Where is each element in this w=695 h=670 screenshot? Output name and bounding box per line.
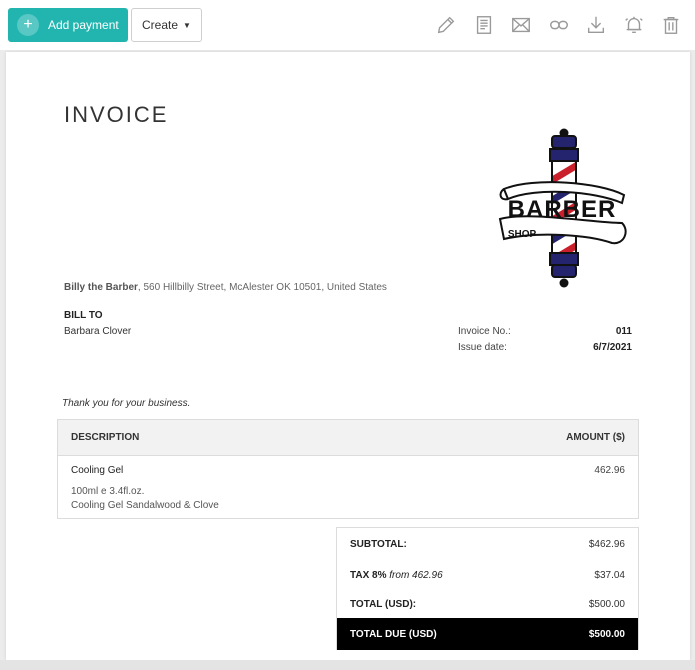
total-due-row: TOTAL DUE (USD) $500.00 [337,618,638,650]
logo-text-shop: SHOP [508,229,537,240]
add-payment-button[interactable]: + Add payment [8,8,128,42]
items-table: DESCRIPTION AMOUNT ($) Cooling Gel 462.9… [57,419,639,519]
envelope-icon[interactable] [508,12,534,38]
amount-header: AMOUNT ($) [566,432,625,443]
invoice-sheet: INVOICE BARBER SHOP Billy the Barber, 56… [6,52,690,660]
bill-to-heading: BILL TO [64,310,103,321]
plus-icon: + [17,14,39,36]
issue-date-row: Issue date: 6/7/2021 [458,342,632,353]
issue-date-value: 6/7/2021 [593,342,632,353]
total-row: TOTAL (USD): $500.00 [337,590,638,618]
description-header: DESCRIPTION [71,432,140,443]
table-row: Cooling Gel 462.96 100ml e 3.4fl.oz. Coo… [58,456,638,520]
subtotal-label: SUBTOTAL: [350,538,407,550]
toolbar: + Add payment Create ▼ [0,0,695,50]
add-payment-label: Add payment [48,18,119,32]
create-label: Create [142,18,179,32]
toolbar-icons [433,12,695,38]
caret-down-icon: ▼ [183,20,191,30]
seller-name: Billy the Barber [64,282,138,293]
totals-box: SUBTOTAL: $462.96 TAX 8% from 462.96 $37… [336,527,639,650]
bell-icon[interactable] [621,12,647,38]
invoice-number-row: Invoice No.: 011 [458,326,632,337]
bill-to-name: Barbara Clover [64,326,132,337]
total-label: TOTAL (USD): [350,598,417,610]
invoice-number-label: Invoice No.: [458,326,511,337]
barber-shop-logo: BARBER SHOP [498,128,627,288]
subtotal-value: $462.96 [588,538,625,550]
create-dropdown-button[interactable]: Create ▼ [131,8,202,42]
tax-row: TAX 8% from 462.96 $37.04 [337,560,638,590]
invoice-number-value: 011 [615,326,632,337]
item-name: Cooling Gel [71,465,124,476]
tax-label: TAX 8% [350,569,387,581]
item-detail: Cooling Gel Sandalwood & Clove [71,500,219,511]
item-amount: 462.96 [594,465,625,476]
seller-info: Billy the Barber, 560 Hillbilly Street, … [64,282,387,293]
pencil-icon[interactable] [433,12,459,38]
seller-address: , 560 Hillbilly Street, McAlester OK 105… [137,282,387,293]
link-icon[interactable] [546,12,572,38]
download-icon[interactable] [583,12,609,38]
total-value: $500.00 [588,598,625,610]
items-table-header: DESCRIPTION AMOUNT ($) [58,420,638,456]
total-due-label: TOTAL DUE (USD) [350,628,437,640]
total-due-value: $500.00 [588,628,625,640]
invoice-title: INVOICE [64,102,169,127]
tax-label-group: TAX 8% from 462.96 [350,570,443,581]
subtotal-row: SUBTOTAL: $462.96 [337,528,638,560]
item-detail: 100ml e 3.4fl.oz. [71,486,145,497]
tax-basis: from 462.96 [389,569,443,581]
issue-date-label: Issue date: [458,342,507,353]
trash-icon[interactable] [658,12,684,38]
logo-text-barber: BARBER [508,196,617,223]
page-bottom-strip [0,660,695,670]
tax-value: $37.04 [594,569,625,581]
document-icon[interactable] [471,12,497,38]
thank-you-note: Thank you for your business. [62,398,191,409]
